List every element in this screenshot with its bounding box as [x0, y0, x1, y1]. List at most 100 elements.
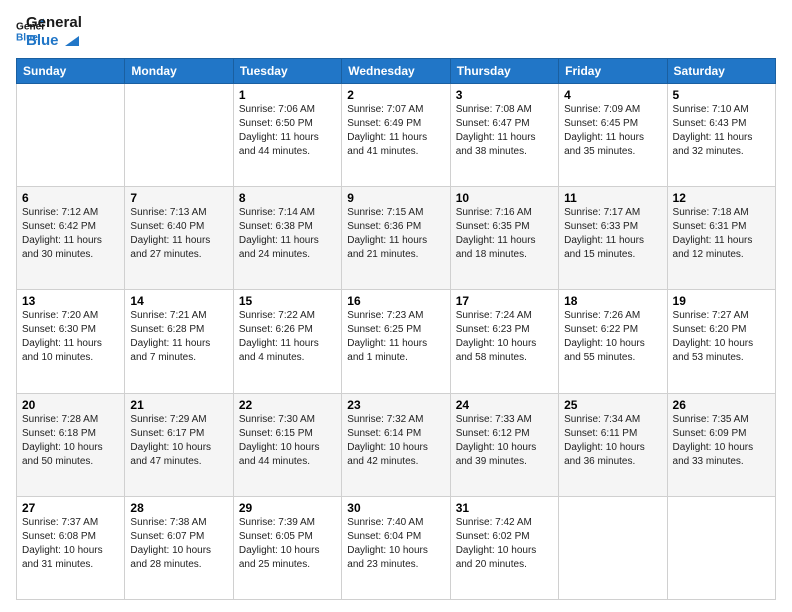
logo-general: General	[26, 14, 82, 32]
day-info: Sunrise: 7:30 AM Sunset: 6:15 PM Dayligh…	[239, 413, 336, 469]
day-number: 20	[22, 398, 119, 412]
page: General Blue General Blue SundayMondayTu…	[0, 0, 792, 612]
day-cell: 3 Sunrise: 7:08 AM Sunset: 6:47 PM Dayli…	[450, 84, 558, 187]
col-header-thursday: Thursday	[450, 59, 558, 84]
day-number: 7	[130, 191, 227, 205]
day-number: 25	[564, 398, 661, 412]
day-info: Sunrise: 7:07 AM Sunset: 6:49 PM Dayligh…	[347, 103, 444, 159]
day-cell: 14 Sunrise: 7:21 AM Sunset: 6:28 PM Dayl…	[125, 290, 233, 393]
day-info: Sunrise: 7:08 AM Sunset: 6:47 PM Dayligh…	[456, 103, 553, 159]
day-info: Sunrise: 7:10 AM Sunset: 6:43 PM Dayligh…	[673, 103, 770, 159]
week-row-5: 27 Sunrise: 7:37 AM Sunset: 6:08 PM Dayl…	[17, 496, 776, 599]
day-info: Sunrise: 7:32 AM Sunset: 6:14 PM Dayligh…	[347, 413, 444, 469]
day-number: 2	[347, 88, 444, 102]
day-cell: 6 Sunrise: 7:12 AM Sunset: 6:42 PM Dayli…	[17, 187, 125, 290]
day-cell	[17, 84, 125, 187]
day-number: 17	[456, 294, 553, 308]
day-number: 3	[456, 88, 553, 102]
day-cell: 20 Sunrise: 7:28 AM Sunset: 6:18 PM Dayl…	[17, 393, 125, 496]
day-number: 31	[456, 501, 553, 515]
calendar-table: SundayMondayTuesdayWednesdayThursdayFrid…	[16, 58, 776, 600]
day-info: Sunrise: 7:06 AM Sunset: 6:50 PM Dayligh…	[239, 103, 336, 159]
day-cell: 24 Sunrise: 7:33 AM Sunset: 6:12 PM Dayl…	[450, 393, 558, 496]
day-number: 13	[22, 294, 119, 308]
day-cell: 22 Sunrise: 7:30 AM Sunset: 6:15 PM Dayl…	[233, 393, 341, 496]
day-info: Sunrise: 7:34 AM Sunset: 6:11 PM Dayligh…	[564, 413, 661, 469]
day-info: Sunrise: 7:15 AM Sunset: 6:36 PM Dayligh…	[347, 206, 444, 262]
col-header-wednesday: Wednesday	[342, 59, 450, 84]
day-cell: 13 Sunrise: 7:20 AM Sunset: 6:30 PM Dayl…	[17, 290, 125, 393]
day-cell	[125, 84, 233, 187]
day-info: Sunrise: 7:09 AM Sunset: 6:45 PM Dayligh…	[564, 103, 661, 159]
day-number: 19	[673, 294, 770, 308]
day-info: Sunrise: 7:27 AM Sunset: 6:20 PM Dayligh…	[673, 309, 770, 365]
day-info: Sunrise: 7:28 AM Sunset: 6:18 PM Dayligh…	[22, 413, 119, 469]
col-header-sunday: Sunday	[17, 59, 125, 84]
day-info: Sunrise: 7:40 AM Sunset: 6:04 PM Dayligh…	[347, 516, 444, 572]
day-number: 23	[347, 398, 444, 412]
day-number: 8	[239, 191, 336, 205]
day-number: 27	[22, 501, 119, 515]
day-cell: 4 Sunrise: 7:09 AM Sunset: 6:45 PM Dayli…	[559, 84, 667, 187]
day-number: 30	[347, 501, 444, 515]
day-cell: 18 Sunrise: 7:26 AM Sunset: 6:22 PM Dayl…	[559, 290, 667, 393]
day-number: 12	[673, 191, 770, 205]
day-info: Sunrise: 7:37 AM Sunset: 6:08 PM Dayligh…	[22, 516, 119, 572]
day-number: 29	[239, 501, 336, 515]
day-number: 9	[347, 191, 444, 205]
week-row-1: 1 Sunrise: 7:06 AM Sunset: 6:50 PM Dayli…	[17, 84, 776, 187]
day-cell: 7 Sunrise: 7:13 AM Sunset: 6:40 PM Dayli…	[125, 187, 233, 290]
week-row-4: 20 Sunrise: 7:28 AM Sunset: 6:18 PM Dayl…	[17, 393, 776, 496]
day-cell: 17 Sunrise: 7:24 AM Sunset: 6:23 PM Dayl…	[450, 290, 558, 393]
day-number: 22	[239, 398, 336, 412]
day-info: Sunrise: 7:23 AM Sunset: 6:25 PM Dayligh…	[347, 309, 444, 365]
day-cell: 27 Sunrise: 7:37 AM Sunset: 6:08 PM Dayl…	[17, 496, 125, 599]
day-info: Sunrise: 7:17 AM Sunset: 6:33 PM Dayligh…	[564, 206, 661, 262]
day-cell: 2 Sunrise: 7:07 AM Sunset: 6:49 PM Dayli…	[342, 84, 450, 187]
day-cell	[559, 496, 667, 599]
week-row-2: 6 Sunrise: 7:12 AM Sunset: 6:42 PM Dayli…	[17, 187, 776, 290]
day-number: 1	[239, 88, 336, 102]
day-number: 5	[673, 88, 770, 102]
col-header-tuesday: Tuesday	[233, 59, 341, 84]
day-cell: 11 Sunrise: 7:17 AM Sunset: 6:33 PM Dayl…	[559, 187, 667, 290]
day-info: Sunrise: 7:35 AM Sunset: 6:09 PM Dayligh…	[673, 413, 770, 469]
day-info: Sunrise: 7:24 AM Sunset: 6:23 PM Dayligh…	[456, 309, 553, 365]
day-info: Sunrise: 7:21 AM Sunset: 6:28 PM Dayligh…	[130, 309, 227, 365]
day-number: 16	[347, 294, 444, 308]
logo: General Blue General Blue	[16, 12, 82, 50]
day-info: Sunrise: 7:26 AM Sunset: 6:22 PM Dayligh…	[564, 309, 661, 365]
day-cell: 1 Sunrise: 7:06 AM Sunset: 6:50 PM Dayli…	[233, 84, 341, 187]
day-info: Sunrise: 7:12 AM Sunset: 6:42 PM Dayligh…	[22, 206, 119, 262]
day-cell: 5 Sunrise: 7:10 AM Sunset: 6:43 PM Dayli…	[667, 84, 775, 187]
day-cell: 21 Sunrise: 7:29 AM Sunset: 6:17 PM Dayl…	[125, 393, 233, 496]
day-cell: 28 Sunrise: 7:38 AM Sunset: 6:07 PM Dayl…	[125, 496, 233, 599]
day-info: Sunrise: 7:42 AM Sunset: 6:02 PM Dayligh…	[456, 516, 553, 572]
day-info: Sunrise: 7:38 AM Sunset: 6:07 PM Dayligh…	[130, 516, 227, 572]
day-number: 26	[673, 398, 770, 412]
day-cell: 9 Sunrise: 7:15 AM Sunset: 6:36 PM Dayli…	[342, 187, 450, 290]
day-info: Sunrise: 7:33 AM Sunset: 6:12 PM Dayligh…	[456, 413, 553, 469]
day-cell	[667, 496, 775, 599]
day-cell: 30 Sunrise: 7:40 AM Sunset: 6:04 PM Dayl…	[342, 496, 450, 599]
day-info: Sunrise: 7:39 AM Sunset: 6:05 PM Dayligh…	[239, 516, 336, 572]
day-info: Sunrise: 7:22 AM Sunset: 6:26 PM Dayligh…	[239, 309, 336, 365]
day-cell: 23 Sunrise: 7:32 AM Sunset: 6:14 PM Dayl…	[342, 393, 450, 496]
day-number: 6	[22, 191, 119, 205]
day-info: Sunrise: 7:13 AM Sunset: 6:40 PM Dayligh…	[130, 206, 227, 262]
day-info: Sunrise: 7:20 AM Sunset: 6:30 PM Dayligh…	[22, 309, 119, 365]
day-number: 18	[564, 294, 661, 308]
day-cell: 19 Sunrise: 7:27 AM Sunset: 6:20 PM Dayl…	[667, 290, 775, 393]
day-cell: 12 Sunrise: 7:18 AM Sunset: 6:31 PM Dayl…	[667, 187, 775, 290]
day-cell: 15 Sunrise: 7:22 AM Sunset: 6:26 PM Dayl…	[233, 290, 341, 393]
day-number: 28	[130, 501, 227, 515]
col-header-saturday: Saturday	[667, 59, 775, 84]
day-number: 10	[456, 191, 553, 205]
day-number: 11	[564, 191, 661, 205]
day-info: Sunrise: 7:29 AM Sunset: 6:17 PM Dayligh…	[130, 413, 227, 469]
day-info: Sunrise: 7:18 AM Sunset: 6:31 PM Dayligh…	[673, 206, 770, 262]
day-cell: 10 Sunrise: 7:16 AM Sunset: 6:35 PM Dayl…	[450, 187, 558, 290]
day-number: 4	[564, 88, 661, 102]
day-cell: 8 Sunrise: 7:14 AM Sunset: 6:38 PM Dayli…	[233, 187, 341, 290]
day-number: 14	[130, 294, 227, 308]
